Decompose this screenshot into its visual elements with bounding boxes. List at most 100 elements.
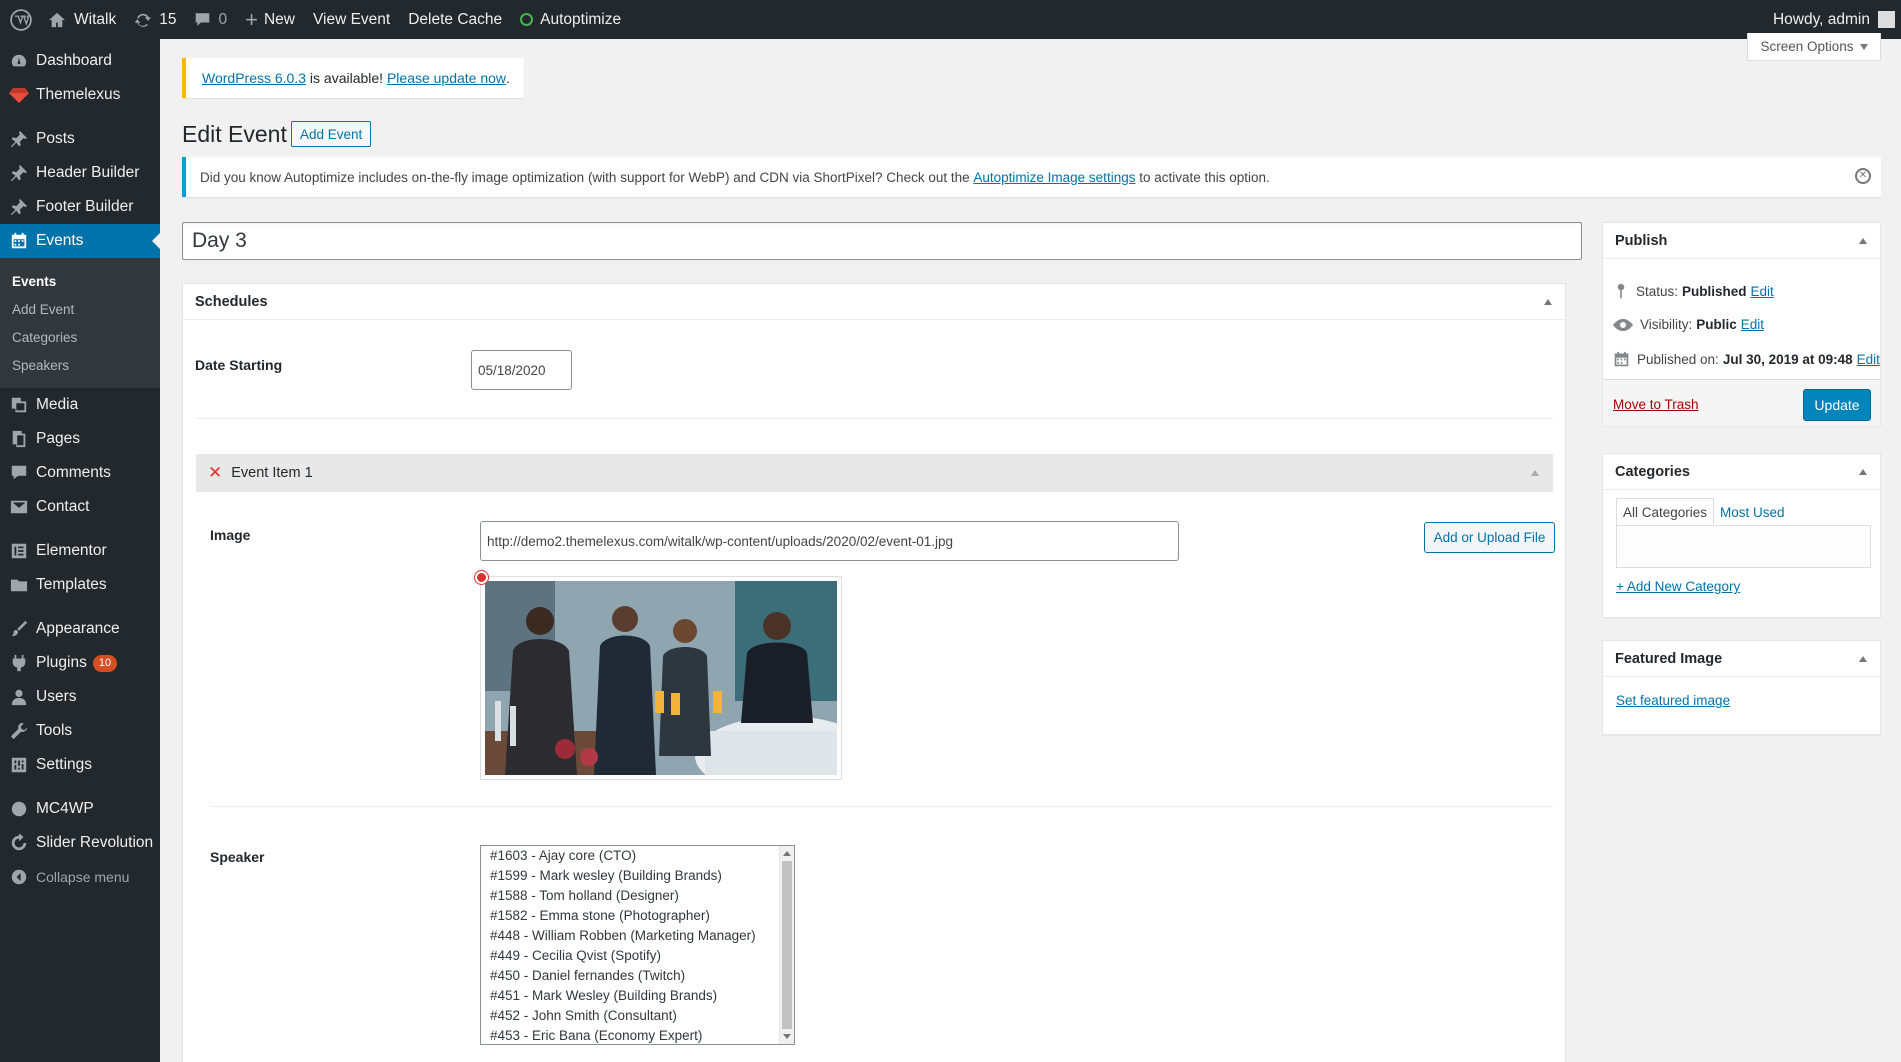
pin-icon xyxy=(1617,283,1625,299)
plugins-update-badge: 10 xyxy=(92,654,118,672)
update-nag-notice: WordPress 6.0.3 is available! Please upd… xyxy=(182,58,524,98)
wordpress-logo-icon[interactable] xyxy=(3,0,39,39)
view-event-link[interactable]: View Event xyxy=(304,0,399,39)
schedules-header[interactable]: Schedules xyxy=(183,284,1565,320)
dismiss-notice-icon[interactable]: ✕ xyxy=(1855,168,1871,184)
speaker-option[interactable]: #451 - Mark Wesley (Building Brands) xyxy=(481,986,794,1006)
add-new-category-link[interactable]: + Add New Category xyxy=(1616,579,1740,594)
menu-item-events[interactable]: Events xyxy=(0,224,160,258)
menu-item-contact[interactable]: Contact xyxy=(0,490,160,524)
submenu-categories[interactable]: Categories xyxy=(0,323,160,351)
edit-visibility-link[interactable]: Edit xyxy=(1741,317,1764,332)
menu-item-pages[interactable]: Pages xyxy=(0,422,160,456)
events-submenu: Events Add Event Categories Speakers xyxy=(0,258,160,388)
menu-item-users[interactable]: Users xyxy=(0,680,160,714)
categories-header[interactable]: Categories xyxy=(1603,454,1880,490)
speaker-label: Speaker xyxy=(210,849,265,865)
menu-item-posts[interactable]: Posts xyxy=(0,122,160,156)
menu-item-comments[interactable]: Comments xyxy=(0,456,160,490)
collapse-arrow-icon[interactable] xyxy=(1531,470,1539,476)
pin-icon xyxy=(9,197,29,217)
submenu-add-event[interactable]: Add Event xyxy=(0,295,160,323)
autoptimize-image-settings-link[interactable]: Autoptimize Image settings xyxy=(973,170,1135,185)
updates-link[interactable]: 15 xyxy=(125,0,185,39)
update-now-link[interactable]: Please update now xyxy=(387,70,506,86)
menu-item-elementor[interactable]: Elementor xyxy=(0,534,160,568)
tab-most-used[interactable]: Most Used xyxy=(1714,498,1791,526)
speaker-option[interactable]: #1603 - Ajay core (CTO) xyxy=(481,846,794,866)
plus-icon: + xyxy=(245,6,258,32)
menu-item-media[interactable]: Media xyxy=(0,388,160,422)
featured-image-header[interactable]: Featured Image xyxy=(1603,641,1880,677)
collapse-arrow-icon[interactable] xyxy=(1544,299,1552,305)
menu-item-mc4wp[interactable]: MC4WP xyxy=(0,792,160,826)
image-preview xyxy=(475,571,842,780)
wordpress-version-link[interactable]: WordPress 6.0.3 xyxy=(202,70,306,86)
post-title-input[interactable]: Day 3 xyxy=(182,222,1582,260)
category-checklist[interactable] xyxy=(1616,525,1871,568)
menu-item-themelexus[interactable]: Themelexus xyxy=(0,78,160,112)
speaker-multiselect[interactable]: #1603 - Ajay core (CTO) #1599 - Mark wes… xyxy=(480,845,795,1045)
speaker-option[interactable]: #1582 - Emma stone (Photographer) xyxy=(481,906,794,926)
menu-item-settings[interactable]: Settings xyxy=(0,748,160,782)
dashboard-icon xyxy=(9,51,29,71)
date-starting-input[interactable]: 05/18/2020 xyxy=(471,350,572,390)
visibility-row: Visibility: Public Edit xyxy=(1613,317,1764,332)
speaker-option[interactable]: #1588 - Tom holland (Designer) xyxy=(481,886,794,906)
edit-status-link[interactable]: Edit xyxy=(1751,284,1774,299)
collapse-arrow-icon[interactable] xyxy=(1859,656,1867,662)
tab-all-categories[interactable]: All Categories xyxy=(1616,498,1715,526)
menu-item-appearance[interactable]: Appearance xyxy=(0,612,160,646)
site-name-link[interactable]: Witalk xyxy=(39,0,125,39)
speaker-option[interactable]: #449 - Cecilia Qvist (Spotify) xyxy=(481,946,794,966)
comments-link[interactable]: 0 xyxy=(185,0,236,39)
submenu-events[interactable]: Events xyxy=(0,267,160,295)
collapse-arrow-icon[interactable] xyxy=(1859,238,1867,244)
speaker-option[interactable]: #453 - Eric Bana (Economy Expert) xyxy=(481,1026,794,1044)
collapse-arrow-icon[interactable] xyxy=(1859,469,1867,475)
featured-image-metabox: Featured Image Set featured image xyxy=(1602,640,1881,735)
menu-item-dashboard[interactable]: Dashboard xyxy=(0,44,160,78)
menu-item-templates[interactable]: Templates xyxy=(0,568,160,602)
image-label: Image xyxy=(210,527,251,543)
pin-icon xyxy=(9,163,29,183)
menu-item-header-builder[interactable]: Header Builder xyxy=(0,156,160,190)
edit-date-link[interactable]: Edit xyxy=(1857,352,1880,367)
calendar-icon xyxy=(1614,351,1629,367)
new-content-link[interactable]: + New xyxy=(236,0,304,39)
wrench-icon xyxy=(9,721,29,741)
event-item-header[interactable]: ✕ Event Item 1 xyxy=(196,454,1553,492)
post-status-row: Status: Published Edit xyxy=(1613,283,1774,299)
update-button[interactable]: Update xyxy=(1803,389,1871,421)
menu-item-tools[interactable]: Tools xyxy=(0,714,160,748)
scroll-up-icon[interactable] xyxy=(783,851,791,856)
collapse-menu-button[interactable]: Collapse menu xyxy=(0,860,160,894)
move-to-trash-link[interactable]: Move to Trash xyxy=(1613,397,1699,412)
menu-item-slider-revolution[interactable]: Slider Revolution xyxy=(0,826,160,860)
remove-item-icon[interactable]: ✕ xyxy=(208,463,222,483)
screen-options-button[interactable]: Screen Options xyxy=(1747,33,1881,61)
remove-image-icon[interactable] xyxy=(475,571,488,584)
admin-bar: Witalk 15 0 + New View Event Delete Cach… xyxy=(0,0,1901,39)
schedules-metabox: Schedules Date Starting 05/18/2020 ✕ Eve… xyxy=(182,283,1566,1062)
scrollbar[interactable] xyxy=(779,846,794,1044)
add-event-button[interactable]: Add Event xyxy=(291,121,372,147)
menu-item-plugins[interactable]: Plugins 10 xyxy=(0,646,160,680)
delete-cache-link[interactable]: Delete Cache xyxy=(399,0,511,39)
add-or-upload-file-button[interactable]: Add or Upload File xyxy=(1424,522,1555,553)
submenu-speakers[interactable]: Speakers xyxy=(0,351,160,379)
menu-item-footer-builder[interactable]: Footer Builder xyxy=(0,190,160,224)
speaker-option[interactable]: #452 - John Smith (Consultant) xyxy=(481,1006,794,1026)
image-url-input[interactable]: http://demo2.themelexus.com/witalk/wp-co… xyxy=(480,521,1179,561)
updates-icon xyxy=(135,13,152,27)
autoptimize-link[interactable]: Autoptimize xyxy=(511,0,630,39)
scroll-down-icon[interactable] xyxy=(783,1034,791,1039)
publish-header[interactable]: Publish xyxy=(1603,223,1880,259)
speaker-option[interactable]: #1599 - Mark wesley (Building Brands) xyxy=(481,866,794,886)
set-featured-image-link[interactable]: Set featured image xyxy=(1616,693,1730,708)
scrollbar-thumb[interactable] xyxy=(782,861,792,1029)
comment-bubble-icon xyxy=(196,12,210,26)
speaker-option[interactable]: #450 - Daniel fernandes (Twitch) xyxy=(481,966,794,986)
speaker-option[interactable]: #448 - William Robben (Marketing Manager… xyxy=(481,926,794,946)
publish-metabox: Publish Status: Published Edit Visibilit… xyxy=(1602,222,1881,426)
